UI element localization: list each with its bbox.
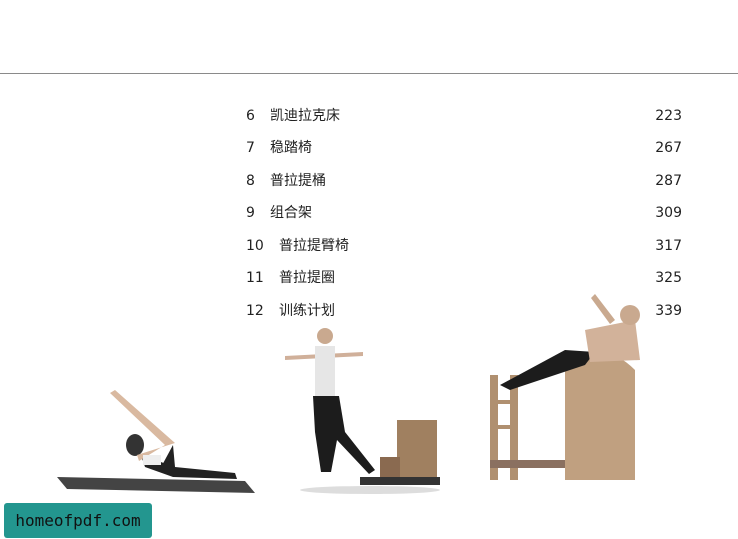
page-number: 223 — [655, 108, 682, 124]
chapter-title: 普拉提桶 — [270, 173, 326, 189]
page-number: 325 — [655, 270, 682, 286]
chapter-number: 9 — [246, 205, 255, 221]
chapter-number: 11 — [246, 270, 264, 286]
toc-entry[interactable]: 10 普拉提臂椅 317 — [246, 236, 682, 256]
chapter-title: 普拉提臂椅 — [279, 238, 349, 254]
chapter-number: 10 — [246, 238, 264, 254]
chapter-title: 稳踏椅 — [270, 140, 312, 156]
page-number: 317 — [655, 238, 682, 254]
page-number: 287 — [655, 173, 682, 189]
chapter-title: 普拉提圈 — [279, 270, 335, 286]
chapter-number: 7 — [246, 140, 255, 156]
toc-entry[interactable]: 11 普拉提圈 325 — [246, 268, 682, 288]
chapter-number: 6 — [246, 108, 255, 124]
toc-entry[interactable]: 7 稳踏椅 267 — [246, 138, 682, 158]
toc-entry[interactable]: 8 普拉提桶 287 — [246, 171, 682, 191]
watermark-badge[interactable]: homeofpdf.com — [4, 503, 152, 538]
ladder-barrel-photo — [490, 294, 640, 480]
page-number: 309 — [655, 205, 682, 221]
chair-exercise-photo — [285, 328, 440, 494]
page-number: 267 — [655, 140, 682, 156]
chapter-title: 组合架 — [270, 205, 312, 221]
chapter-number: 8 — [246, 173, 255, 189]
chapter-number: 12 — [246, 303, 264, 319]
toc-entry[interactable]: 9 组合架 309 — [246, 203, 682, 223]
toc-entry[interactable]: 6 凯迪拉克床 223 — [246, 106, 682, 126]
header-rule — [0, 73, 738, 74]
mat-exercise-photo — [57, 390, 255, 493]
chapter-title: 训练计划 — [279, 303, 335, 319]
chapter-title: 凯迪拉克床 — [270, 108, 340, 124]
